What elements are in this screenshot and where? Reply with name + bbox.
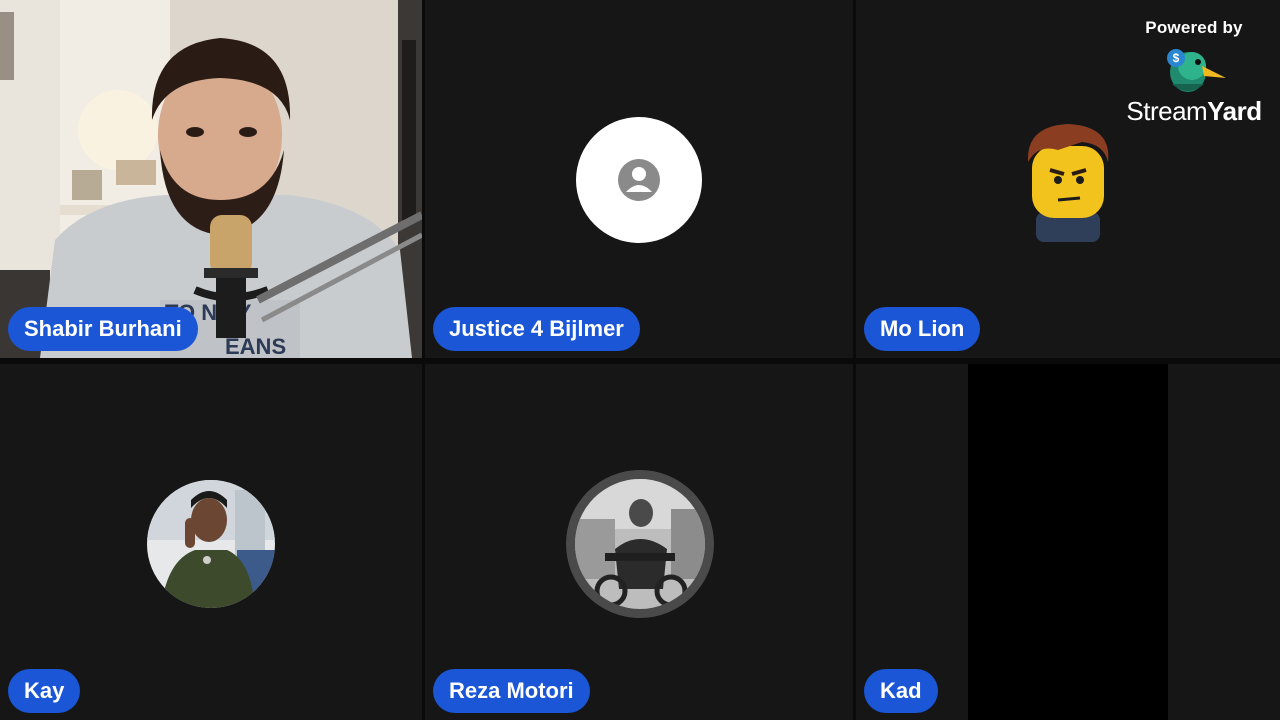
participant-avatar (566, 470, 714, 618)
participant-name-tag: Justice 4 Bijlmer (433, 307, 640, 351)
participant-name-tag: Reza Motori (433, 669, 590, 713)
camera-video-feed: TO NITY EANS (0, 0, 422, 358)
participant-name-tag: Kay (8, 669, 81, 713)
participant-name-tag: Shabir Burhani (8, 307, 198, 351)
powered-by-label: Powered by (1145, 18, 1243, 37)
logo-badge-text: $ (1173, 51, 1180, 65)
streamyard-duck-icon: $ (1167, 49, 1226, 92)
streamyard-wordmark: StreamYard (1124, 96, 1264, 127)
participant-tile-reza-motori: Reza Motori (425, 364, 853, 720)
lego-figure-avatar (1027, 124, 1109, 242)
participant-grid: TO NITY EANS Shabir Burhani Justice 4 Bi… (0, 0, 1280, 720)
participant-avatar (576, 117, 702, 243)
participant-tile-justice-4-bijlmer: Justice 4 Bijlmer (425, 0, 853, 358)
participant-name-tag: Kad (864, 669, 938, 713)
participant-tile-kay: Kay (0, 364, 422, 720)
profile-photo (147, 480, 275, 608)
streamyard-branding: Powered by $ StreamYard (1124, 18, 1264, 127)
profile-photo (575, 479, 705, 609)
wordmark-bold: Yard (1207, 96, 1262, 126)
camera-video-feed (968, 364, 1168, 720)
wordmark-regular: Stream (1126, 96, 1208, 126)
participant-tile-kad: Kad (856, 364, 1280, 720)
user-placeholder-icon (618, 159, 660, 201)
participant-avatar (147, 480, 275, 608)
participant-tile-shabir-burhani: TO NITY EANS Shabir Burhani (0, 0, 422, 358)
participant-name-tag: Mo Lion (864, 307, 981, 351)
